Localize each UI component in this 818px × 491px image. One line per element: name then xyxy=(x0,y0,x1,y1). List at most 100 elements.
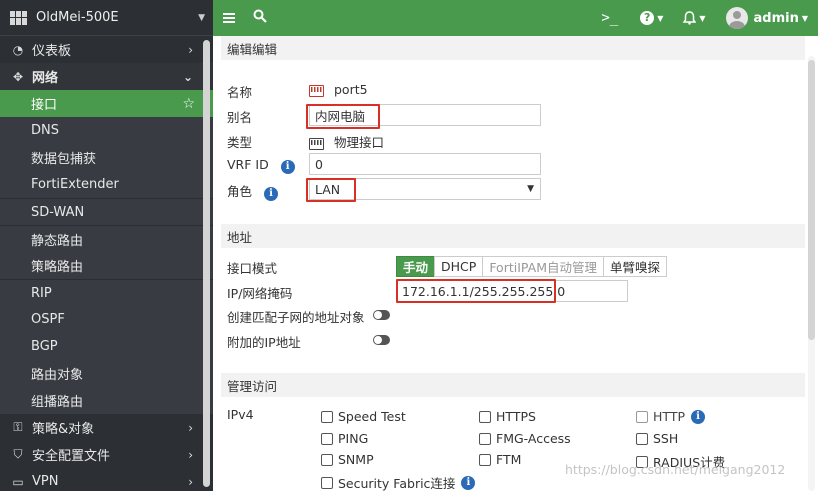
nav-dashboard[interactable]: ◔ 仪表板 › xyxy=(0,36,213,63)
search-icon[interactable] xyxy=(253,9,267,27)
chevron-right-icon: › xyxy=(188,474,193,489)
nav-policy-routes-label: 策略路由 xyxy=(31,260,84,275)
mode-manual[interactable]: 手动 xyxy=(396,256,436,277)
ping-checkbox[interactable]: PING xyxy=(321,431,368,446)
admin-access-header: 管理访问 xyxy=(221,373,805,397)
fmg-access-label: FMG-Access xyxy=(496,431,571,446)
nav-static-routes[interactable]: 静态路由 xyxy=(0,225,213,252)
port-name: port5 xyxy=(309,82,368,97)
info-icon[interactable]: i xyxy=(264,187,278,201)
nav-packet-capture[interactable]: 数据包捕获 xyxy=(0,144,213,171)
info-icon[interactable]: i xyxy=(461,475,476,490)
addressing-mode-group: 手动 DHCP FortiIPAM自动管理 单臂嗅探 xyxy=(396,256,667,277)
fmg-access-checkbox[interactable]: FMG-Access xyxy=(479,431,571,446)
vrf-label-wrap: VRF ID i xyxy=(227,157,295,174)
name-label: 名称 xyxy=(227,85,253,100)
nav-dns-label: DNS xyxy=(31,123,59,138)
ip-mask-label: IP/网络掩码 xyxy=(227,286,293,301)
bell-icon xyxy=(683,11,697,25)
nav-network[interactable]: ✥ 网络 ⌄ xyxy=(0,63,213,90)
monitor-icon: ▭ xyxy=(12,474,24,489)
nav-bgp[interactable]: BGP xyxy=(0,333,213,360)
http-checkbox[interactable]: HTTP i xyxy=(636,409,705,424)
nav-policy-objects[interactable]: ⚿ 策略&对象 › xyxy=(0,414,213,441)
vrf-id-input[interactable]: 0 xyxy=(309,153,541,175)
ssh-checkbox[interactable]: SSH xyxy=(636,431,678,446)
security-fabric-checkbox[interactable]: Security Fabric连接 i xyxy=(321,473,476,491)
nav-interfaces[interactable]: 接口 ☆ xyxy=(0,90,213,117)
nav-interfaces-label: 接口 xyxy=(31,98,58,113)
ftm-label: FTM xyxy=(496,452,522,467)
nav-sdwan-label: SD-WAN xyxy=(31,204,85,220)
nav-dashboard-label: 仪表板 xyxy=(32,44,72,59)
nav-bgp-label: BGP xyxy=(31,339,58,354)
nav-packet-capture-label: 数据包捕获 xyxy=(31,152,97,167)
edit-interface-panel: 编辑编辑 名称 port5 别名 内网电脑 类型 物理接口 VRF ID i 0… xyxy=(213,36,818,491)
ping-label: PING xyxy=(338,431,369,446)
cli-console-icon[interactable]: >_ xyxy=(601,10,618,26)
nav-routing-objects[interactable]: 路由对象 xyxy=(0,360,213,387)
physical-interface-icon xyxy=(309,137,324,150)
nav-vpn-label: VPN xyxy=(32,474,59,489)
star-icon[interactable]: ☆ xyxy=(182,96,195,112)
watermark: https://blog.csdn.net/meigang2012 xyxy=(565,462,786,477)
ftm-checkbox[interactable]: FTM xyxy=(479,452,521,467)
alias-highlight xyxy=(306,104,380,129)
nav-sdwan[interactable]: SD-WAN xyxy=(0,198,213,225)
speed-test-checkbox[interactable]: Speed Test xyxy=(321,409,406,424)
device-name: OldMei-500E xyxy=(36,10,119,25)
info-icon[interactable]: i xyxy=(691,409,705,424)
role-highlight xyxy=(306,178,356,202)
network-icon: ✥ xyxy=(12,69,24,84)
content-scrollbar[interactable] xyxy=(808,60,815,340)
http-label: HTTP xyxy=(653,409,685,424)
nav-policy-routes[interactable]: 策略路由 xyxy=(0,252,213,279)
notifications-menu[interactable]: ▼ xyxy=(683,11,706,25)
username: admin xyxy=(753,10,799,26)
nav-fortiextender[interactable]: FortiExtender xyxy=(0,171,213,198)
vrf-label: VRF ID xyxy=(227,157,269,172)
secondary-ip-toggle[interactable] xyxy=(373,335,390,345)
role-label-wrap: 角色 i xyxy=(227,181,278,201)
edit-header: 编辑编辑 xyxy=(221,36,805,60)
type-value: 物理接口 xyxy=(333,135,384,150)
nav-ospf[interactable]: OSPF xyxy=(0,306,213,333)
info-icon[interactable]: i xyxy=(280,160,295,174)
nav-vpn[interactable]: ▭ VPN › xyxy=(0,468,213,491)
nav-rip-label: RIP xyxy=(31,285,52,301)
role-label: 角色 xyxy=(227,184,253,199)
type-label: 类型 xyxy=(227,135,253,150)
nav-static-routes-label: 静态路由 xyxy=(31,233,84,249)
https-checkbox[interactable]: HTTPS xyxy=(479,409,536,424)
speed-test-label: Speed Test xyxy=(338,409,406,424)
chevron-down-icon: ▼ xyxy=(198,12,205,23)
chevron-right-icon: › xyxy=(188,420,193,435)
alias-label: 别名 xyxy=(227,110,253,125)
mode-fortiipam[interactable]: FortiIPAM自动管理 xyxy=(482,256,604,277)
menu-icon[interactable] xyxy=(223,11,235,25)
snmp-label: SNMP xyxy=(338,452,374,467)
nav-multicast-label: 组播路由 xyxy=(31,395,84,410)
shield-icon: ⛉ xyxy=(13,447,23,461)
help-menu[interactable]: ? ▼ xyxy=(640,11,663,25)
chevron-down-icon: ▼ xyxy=(801,13,808,23)
sidebar-scrollbar[interactable] xyxy=(203,40,210,487)
user-menu[interactable]: admin ▼ xyxy=(725,7,808,29)
create-address-toggle[interactable] xyxy=(373,310,390,320)
nav-fortiextender-label: FortiExtender xyxy=(31,177,119,192)
mode-one-arm-sniffer[interactable]: 单臂嗅探 xyxy=(602,256,667,277)
nav-dns[interactable]: DNS xyxy=(0,117,213,144)
device-selector[interactable]: OldMei-500E ▼ xyxy=(0,0,213,36)
nav-policy-objects-label: 策略&对象 xyxy=(32,422,95,437)
fortinet-logo-icon xyxy=(10,10,28,25)
security-fabric-label: Security Fabric连接 xyxy=(338,476,456,491)
address-header: 地址 xyxy=(221,224,805,248)
snmp-checkbox[interactable]: SNMP xyxy=(321,452,374,467)
nav-routing-objects-label: 路由对象 xyxy=(31,368,84,383)
nav-rip[interactable]: RIP xyxy=(0,279,213,306)
port-name-value: port5 xyxy=(333,82,368,97)
help-icon: ? xyxy=(640,11,655,25)
nav-security-profiles[interactable]: ⛉ 安全配置文件 › xyxy=(0,441,213,468)
nav-multicast[interactable]: 组播路由 xyxy=(0,387,213,414)
mode-dhcp[interactable]: DHCP xyxy=(434,256,484,277)
